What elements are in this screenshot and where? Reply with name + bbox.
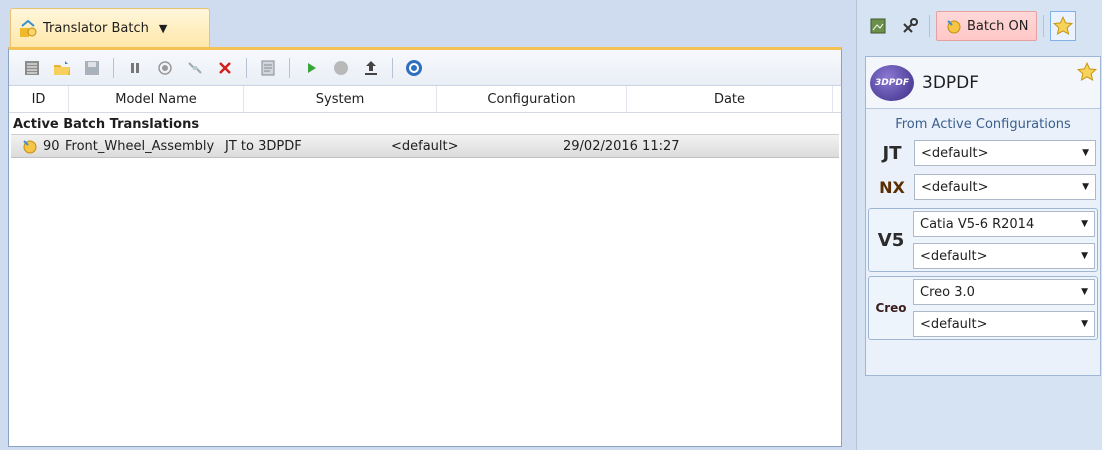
column-header-id[interactable]: ID [9,86,69,112]
panel-title: 3DPDF [922,72,980,93]
jt-label: JT [882,142,902,164]
creo-config-dropdown[interactable]: <default> ▼ [913,311,1095,337]
dropdown-value: <default> [920,248,988,264]
column-header-configuration[interactable]: Configuration [437,86,627,112]
cell-model-name: Front_Wheel_Assembly [65,138,215,154]
cell-id: 90 [43,138,60,154]
refresh-icon[interactable] [401,55,427,81]
open-folder-icon[interactable] [49,55,75,81]
chevron-down-icon: ▼ [1082,182,1089,192]
v5-label: V5 [877,229,905,251]
delete-icon[interactable] [212,55,238,81]
properties-icon[interactable] [255,55,281,81]
nx-config-row: NX <default> ▼ [866,170,1100,204]
chevron-down-icon: ▼ [1081,319,1088,329]
play-icon[interactable] [298,55,324,81]
star-icon[interactable] [1076,61,1098,83]
translator-batch-pane: Translator Batch ▼ ID Model Name System [0,0,856,450]
toolbar-divider [929,15,930,37]
translator-config-panel: 3DPDF 3DPDF From Active Configurations J… [865,56,1101,376]
toolbar-divider [289,57,290,78]
record-icon[interactable] [152,55,178,81]
cell-date: 29/02/2016 11:27 [563,138,680,154]
tools-icon[interactable] [897,13,923,39]
toolbar-divider [392,57,393,78]
chevron-down-icon: ▼ [1081,219,1088,229]
dropdown-value: Creo 3.0 [920,284,975,300]
chevron-down-icon: ▼ [1081,287,1088,297]
jt-config-dropdown[interactable]: <default> ▼ [914,140,1096,166]
batch-job-icon [23,140,37,154]
chevron-down-icon[interactable]: ▼ [159,22,167,35]
export-icon[interactable] [358,55,384,81]
batch-icon [947,20,961,34]
dropdown-value: <default> [921,179,989,195]
v5-config-dropdown[interactable]: <default> ▼ [913,243,1095,269]
creo-version-dropdown[interactable]: Creo 3.0 ▼ [913,279,1095,305]
chevron-down-icon: ▼ [1082,148,1089,158]
configuration-pane: Batch ON 3DPDF 3DPDF From Active Configu… [856,0,1102,450]
disconnect-icon[interactable] [182,55,208,81]
creo-config-group: Creo Creo 3.0 ▼ <default> ▼ [868,276,1098,340]
column-header-model-name[interactable]: Model Name [69,86,244,112]
map-icon[interactable] [865,13,891,39]
from-active-configurations-label: From Active Configurations [895,117,1071,132]
nx-config-dropdown[interactable]: <default> ▼ [914,174,1096,200]
right-toolbar: Batch ON [857,6,1102,46]
table-row[interactable]: 90 Front_Wheel_Assembly JT to 3DPDF <def… [11,134,839,158]
creo-label: Creo [875,301,907,315]
batch-panel: ID Model Name System Configuration Date … [8,47,842,447]
list-icon[interactable] [19,55,45,81]
stop-icon[interactable] [328,55,354,81]
toolbar-divider [1043,15,1045,37]
toolbar-divider [246,57,247,78]
batch-toolbar [9,50,841,86]
column-header-date[interactable]: Date [627,86,833,112]
toolbar-divider [113,57,114,78]
v5-config-group: V5 Catia V5-6 R2014 ▼ <default> ▼ [868,208,1098,272]
v5-version-dropdown[interactable]: Catia V5-6 R2014 ▼ [913,211,1095,237]
tab-label: Translator Batch [43,21,149,36]
dropdown-value: <default> [921,145,989,161]
jt-config-row: JT <default> ▼ [866,136,1100,170]
dropdown-value: Catia V5-6 R2014 [920,216,1035,232]
batch-on-button[interactable]: Batch ON [936,11,1038,41]
panel-header: 3DPDF 3DPDF [866,57,1100,109]
column-header-system[interactable]: System [244,86,437,112]
column-headers: ID Model Name System Configuration Date [9,86,841,113]
star-icon[interactable] [1050,11,1077,41]
nx-label: NX [879,177,905,197]
cell-system: JT to 3DPDF [225,138,302,154]
translator-batch-icon [20,19,37,37]
pause-icon[interactable] [122,55,148,81]
batch-on-label: Batch ON [967,18,1029,34]
dropdown-value: <default> [920,316,988,332]
group-title: Active Batch Translations [13,117,200,132]
tab-translator-batch[interactable]: Translator Batch ▼ [10,8,210,48]
chevron-down-icon: ▼ [1081,251,1088,261]
3dpdf-logo: 3DPDF [870,64,914,101]
save-icon[interactable] [79,55,105,81]
cell-configuration: <default> [391,138,459,154]
